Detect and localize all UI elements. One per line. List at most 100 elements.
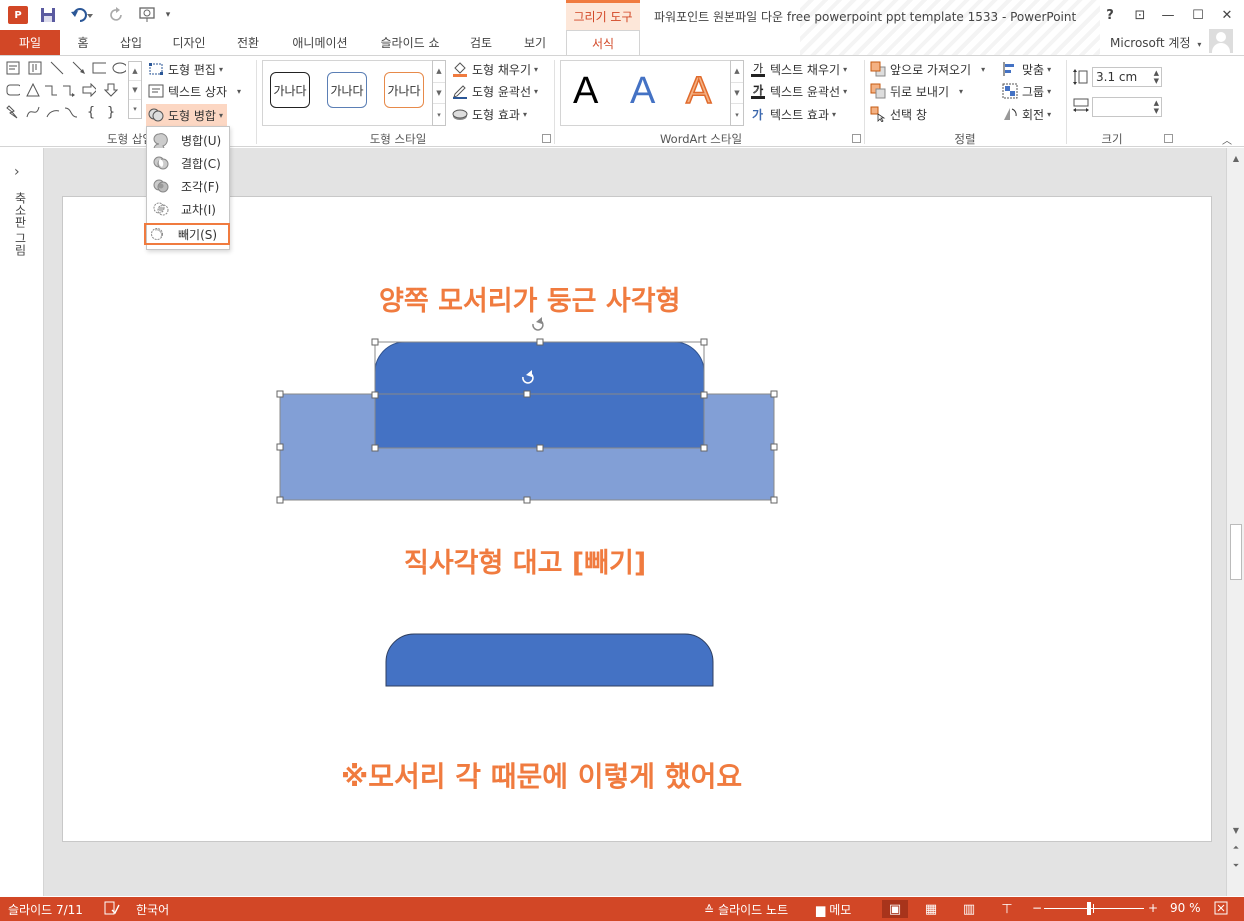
- gallery-more-icon[interactable]: ▾: [731, 104, 743, 125]
- slide-heading-1[interactable]: 양쪽 모서리가 둥근 사각형: [379, 279, 680, 318]
- zoom-out-icon[interactable]: −: [1032, 901, 1042, 915]
- rotate-handle-icon[interactable]: [532, 317, 544, 331]
- minimize-button[interactable]: —: [1156, 4, 1180, 26]
- wordart-gallery-scroll[interactable]: ▲ ▼ ▾: [730, 60, 744, 126]
- gallery-more-icon[interactable]: ▾: [129, 100, 141, 118]
- close-button[interactable]: ✕: [1215, 4, 1239, 26]
- notes-button[interactable]: ≙ 슬라이드 노트: [704, 901, 788, 918]
- reading-view-icon[interactable]: ▥: [956, 900, 982, 918]
- elbow-connector-icon[interactable]: [44, 83, 58, 97]
- account-name[interactable]: Microsoft 계정 ▾: [1110, 34, 1201, 51]
- curved-connector-icon[interactable]: [64, 105, 78, 119]
- text-box-button[interactable]: 텍스트 상자 ▾: [148, 81, 241, 101]
- align-button[interactable]: 맞춤 ▾: [1002, 59, 1051, 79]
- wordart-style-orange[interactable]: A: [685, 69, 712, 113]
- height-spinner-icon[interactable]: ▲ ▼: [1154, 69, 1159, 85]
- zoom-slider-thumb[interactable]: [1087, 902, 1091, 915]
- curve-shape-icon[interactable]: [26, 105, 40, 119]
- customize-qat-icon[interactable]: ▾: [162, 5, 174, 25]
- shape-fill-button[interactable]: 도형 채우기 ▾: [452, 59, 538, 79]
- menu-item-combine[interactable]: 결합(C): [149, 152, 229, 174]
- shape-styles-launcher-icon[interactable]: [542, 134, 551, 143]
- lightning-shape-icon[interactable]: [6, 105, 20, 119]
- group-button[interactable]: 그룹 ▾: [1002, 81, 1051, 101]
- arc-shape-icon[interactable]: [46, 105, 60, 119]
- slide-note[interactable]: ※모서리 각 때문에 이렇게 했어요: [341, 755, 742, 795]
- start-slideshow-icon[interactable]: [136, 5, 160, 25]
- menu-item-union[interactable]: 병합(U): [149, 129, 229, 151]
- left-brace-shape-icon[interactable]: {: [84, 105, 98, 120]
- edit-shape-button[interactable]: 도형 편집 ▾: [148, 59, 223, 79]
- rotate-button[interactable]: 회전 ▾: [1002, 104, 1051, 124]
- tab-format[interactable]: 서식: [566, 30, 640, 56]
- right-arrow-shape-icon[interactable]: [82, 83, 96, 97]
- tab-slideshow[interactable]: 슬라이드 쇼: [372, 30, 448, 55]
- arrow-line-icon[interactable]: [72, 61, 86, 75]
- redo-icon[interactable]: [107, 5, 127, 25]
- ribbon-display-options-icon[interactable]: ⊡: [1128, 4, 1152, 26]
- menu-item-fragment[interactable]: 조각(F): [149, 175, 229, 197]
- subtracted-result-shape[interactable]: [385, 633, 714, 687]
- save-icon[interactable]: [38, 5, 58, 25]
- elbow-arrow-connector-icon[interactable]: [62, 83, 76, 97]
- wordart-style-black[interactable]: A: [573, 70, 598, 113]
- slideshow-view-icon[interactable]: ⊤: [994, 900, 1020, 918]
- gallery-up-icon[interactable]: ▲: [129, 62, 141, 81]
- avatar[interactable]: [1209, 29, 1233, 53]
- maximize-button[interactable]: ☐: [1186, 4, 1210, 26]
- tab-file[interactable]: 파일: [0, 30, 60, 55]
- textbox-shape-icon[interactable]: [6, 61, 20, 75]
- tab-home[interactable]: 홈: [66, 30, 100, 55]
- expand-thumbnails-icon[interactable]: ›: [14, 164, 20, 180]
- gallery-down-icon[interactable]: ▼: [129, 81, 141, 100]
- slide-sorter-view-icon[interactable]: ▦: [918, 900, 944, 918]
- send-backward-button[interactable]: 뒤로 보내기 ▾: [870, 81, 963, 101]
- shape-style-gallery-scroll[interactable]: ▲ ▼ ▾: [432, 60, 446, 126]
- gallery-up-icon[interactable]: ▲: [731, 61, 743, 83]
- tab-animations[interactable]: 애니메이션: [282, 30, 358, 55]
- triangle-shape-icon[interactable]: [26, 83, 40, 97]
- gallery-more-icon[interactable]: ▾: [433, 104, 445, 125]
- scroll-down-icon[interactable]: ▼: [1230, 824, 1242, 836]
- down-arrow-shape-icon[interactable]: [104, 83, 118, 97]
- tab-transitions[interactable]: 전환: [226, 30, 270, 55]
- menu-item-subtract[interactable]: 빼기(S): [144, 223, 230, 245]
- language-indicator[interactable]: 한국어: [136, 901, 169, 918]
- gallery-up-icon[interactable]: ▲: [433, 61, 445, 83]
- vertical-textbox-icon[interactable]: [28, 61, 42, 75]
- line-shape-icon[interactable]: [50, 61, 64, 75]
- right-brace-shape-icon[interactable]: }: [104, 105, 118, 120]
- round-top-rectangle-shape[interactable]: [374, 341, 705, 449]
- shape-effects-button[interactable]: 도형 효과 ▾: [452, 104, 527, 124]
- tab-design[interactable]: 디자인: [160, 30, 218, 55]
- scrollbar-thumb[interactable]: [1230, 524, 1242, 580]
- wordart-launcher-icon[interactable]: [852, 134, 861, 143]
- tab-insert[interactable]: 삽입: [110, 30, 152, 55]
- menu-item-intersect[interactable]: 교차(I): [149, 198, 229, 220]
- zoom-level[interactable]: 90 %: [1170, 901, 1201, 915]
- selection-pane-button[interactable]: 선택 창: [870, 104, 927, 124]
- text-outline-button[interactable]: 가 텍스트 윤곽선 ▾: [750, 81, 847, 101]
- shape-height-input[interactable]: 3.1 cm ▲ ▼: [1092, 67, 1162, 87]
- shape-width-input[interactable]: ▲ ▼: [1092, 97, 1162, 117]
- text-fill-button[interactable]: 가 텍스트 채우기 ▾: [750, 59, 847, 79]
- comments-button[interactable]: ▆ 메모: [816, 901, 851, 918]
- gallery-down-icon[interactable]: ▼: [433, 83, 445, 105]
- text-effects-button[interactable]: 가 텍스트 효과 ▾: [750, 104, 836, 124]
- slide-canvas[interactable]: 양쪽 모서리가 둥근 사각형 직사각형 대고 [빼기] ※모서리 각 때문에 이…: [62, 196, 1212, 842]
- gallery-down-icon[interactable]: ▼: [731, 83, 743, 105]
- oval-shape-icon[interactable]: [112, 61, 126, 75]
- spell-check-icon[interactable]: [104, 901, 120, 915]
- normal-view-icon[interactable]: ▣: [882, 900, 908, 918]
- next-slide-icon[interactable]: ⏷: [1230, 860, 1242, 872]
- tab-view[interactable]: 보기: [514, 30, 556, 55]
- previous-slide-icon[interactable]: ⏶: [1230, 842, 1242, 854]
- slide-indicator[interactable]: 슬라이드 7/11: [8, 901, 83, 918]
- width-spinner-icon[interactable]: ▲ ▼: [1154, 99, 1159, 115]
- help-button[interactable]: ?: [1098, 4, 1122, 26]
- bring-forward-button[interactable]: 앞으로 가져오기 ▾: [870, 59, 985, 79]
- scroll-up-icon[interactable]: ▲: [1230, 152, 1242, 164]
- vertical-scrollbar[interactable]: ▲ ▼ ⏶ ⏷: [1226, 148, 1244, 896]
- zoom-in-icon[interactable]: +: [1148, 901, 1158, 915]
- rectangle-shape-icon[interactable]: [92, 61, 106, 75]
